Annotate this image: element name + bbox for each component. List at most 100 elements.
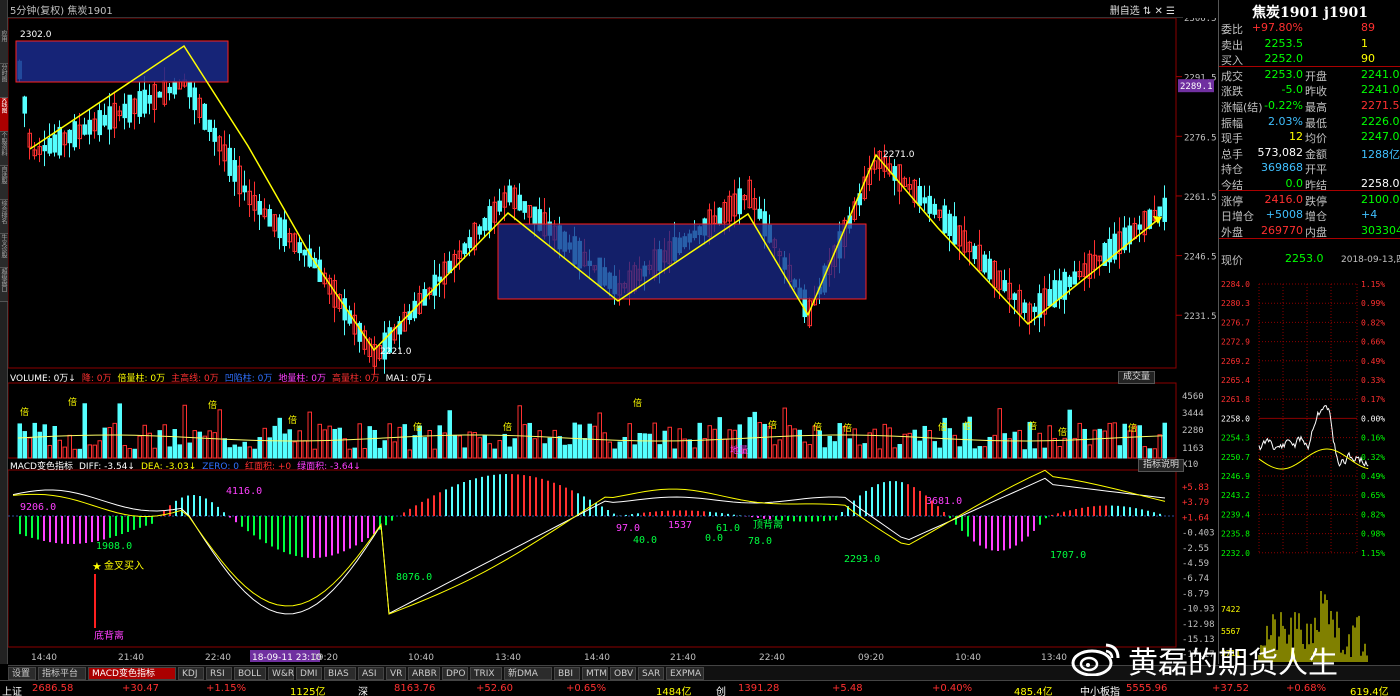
indicator-tab-19[interactable]: EXPMA [666, 667, 704, 680]
indicator-tab-17[interactable]: OBV [610, 667, 636, 680]
volume-bar [1042, 447, 1047, 459]
status-item-8: +0.65% [566, 683, 607, 694]
indicator-tab-9[interactable]: ASI [358, 667, 384, 680]
volume-marker-label: 倍 [1028, 420, 1037, 432]
indicator-tab-8[interactable]: BIAS [324, 667, 356, 680]
indicator-tab-13[interactable]: TRIX [470, 667, 502, 680]
watermark-text: 黄磊的期货人生 [1128, 646, 1338, 681]
volume-bar [152, 447, 157, 459]
volume-bar [282, 433, 287, 459]
mini-price-label: 2269.2 [1221, 357, 1250, 366]
left-tab-7[interactable]: 超级盘口 [0, 268, 8, 302]
volume-bar [557, 436, 562, 459]
indicator-tab-1[interactable]: 指标平台 [38, 667, 86, 680]
left-tab-2[interactable]: K线图 [0, 98, 8, 132]
indicator-tab-3[interactable]: KDJ [178, 667, 204, 680]
volume-bar [932, 441, 937, 459]
indicator-tab-15[interactable]: BBI [554, 667, 580, 680]
left-tab-1[interactable]: 分时图 [0, 64, 8, 98]
volume-bar [137, 435, 142, 459]
indicator-tab-12[interactable]: DPO [442, 667, 468, 680]
candle-body [187, 82, 192, 98]
quote-value-2: 1 [1361, 36, 1368, 50]
volume-bar [197, 431, 202, 459]
status-item-3: +1.15% [206, 683, 247, 694]
now-price-row: 现价 2253.0 2018-09-13,四 [1221, 252, 1400, 267]
volume-bar [402, 424, 407, 459]
zigzag-trend-line [29, 44, 1161, 352]
chart-toolbar[interactable]: 删自选 ⇅ ✕ ☰ [1110, 2, 1175, 17]
volume-bar [492, 448, 497, 459]
kline-chart[interactable]: 2306.52291.52276.52261.52246.52231.52289… [8, 18, 1216, 665]
macd-axis-label: -8.79 [1182, 589, 1209, 599]
mini-avg-line [1258, 448, 1369, 470]
volume-bar [422, 437, 427, 459]
volume-bar [72, 448, 77, 459]
left-tab-0[interactable]: 应用 [0, 30, 8, 64]
volume-bar [387, 423, 392, 459]
volume-bar [287, 429, 292, 459]
status-item-17: +37.52 [1212, 683, 1250, 694]
volume-bar [192, 430, 197, 459]
quote-row: 卖出 2253.5 1 [1221, 37, 1399, 52]
volume-button[interactable]: 成交量 [1118, 371, 1156, 384]
volume-bar [147, 432, 152, 459]
volume-bar [502, 433, 507, 459]
status-item-15: 中小板指 [1080, 687, 1120, 696]
macd-value-label: 61.0 [716, 523, 740, 534]
candle-body [142, 89, 147, 114]
indicator-tab-11[interactable]: ARBR [408, 667, 440, 680]
quote-label: 持仓 [1221, 163, 1243, 177]
left-tab-5[interactable]: 综合排名 [0, 200, 8, 234]
indicator-help-button[interactable]: 指标说明 [1138, 459, 1185, 472]
volume-bar [892, 447, 897, 459]
macd-axis-label: +5.83 [1182, 483, 1209, 493]
indicator-tab-10[interactable]: VR [386, 667, 406, 680]
volume-axis-label: 2280 [1182, 426, 1204, 436]
status-item-10: 创 [716, 687, 726, 696]
quote-row: 成交 2253.0 开盘 2241.0 [1221, 68, 1400, 83]
status-item-19: 619.4亿 [1350, 687, 1389, 696]
volume-marker-label: 倍 [288, 414, 297, 426]
volume-bar [592, 425, 597, 459]
indicator-tab-5[interactable]: BOLL [234, 667, 266, 680]
volume-bar [307, 411, 312, 459]
volume-marker-label: 倍 [503, 421, 512, 433]
indicator-tab-18[interactable]: SAR [638, 667, 664, 680]
mini-pct-label: 0.49% [1361, 472, 1385, 481]
volume-special-label: 地量 [730, 444, 748, 456]
volume-bar [852, 428, 857, 459]
volume-bar [472, 432, 477, 459]
volume-bar [977, 446, 982, 459]
left-tab-4[interactable]: 自选股 [0, 166, 8, 200]
indicator-tab-6[interactable]: W&R [268, 667, 294, 680]
indicator-tab-0[interactable]: 设置 [8, 667, 36, 680]
macd-value-label: 2293.0 [844, 554, 880, 565]
volume-bar [362, 448, 367, 459]
volume-bar [377, 447, 382, 459]
quote-row: 买入 2252.0 90 [1221, 52, 1399, 67]
indicator-tab-4[interactable]: RSI [206, 667, 232, 680]
macd-axis-label: -10.93 [1182, 605, 1215, 615]
volume-bar [762, 423, 767, 459]
indicator-tab-7[interactable]: DMI [296, 667, 322, 680]
indicator-tab-2[interactable]: MACD变色指标 [88, 667, 176, 680]
volume-bar [807, 444, 812, 459]
volume-bar [187, 442, 192, 459]
volume-bar [1142, 446, 1147, 459]
volume-bar [427, 429, 432, 459]
indicator-tab-14[interactable]: 新DMA [504, 667, 552, 680]
quote-row: 涨幅(结) -0.22% 最高 2271.5 [1221, 99, 1400, 114]
volume-bar [682, 438, 687, 459]
left-tab-6[interactable]: 牛叉诊股 [0, 234, 8, 268]
intraday-mini-chart[interactable]: 2284.0 1.15% 2280.3 0.99% 2276.7 0.82% 2272.9 0… [1219, 244, 1400, 664]
volume-bar [372, 429, 377, 459]
candle-body [207, 119, 212, 132]
indicator-tab-16[interactable]: MTM [582, 667, 608, 680]
volume-bar [132, 448, 137, 459]
volume-bar [322, 429, 327, 459]
volume-bar [432, 448, 437, 459]
mini-pct-label: 0.66% [1361, 338, 1385, 347]
left-tab-3[interactable]: 个股资料 [0, 132, 8, 166]
status-item-0: 上证 [2, 687, 22, 696]
